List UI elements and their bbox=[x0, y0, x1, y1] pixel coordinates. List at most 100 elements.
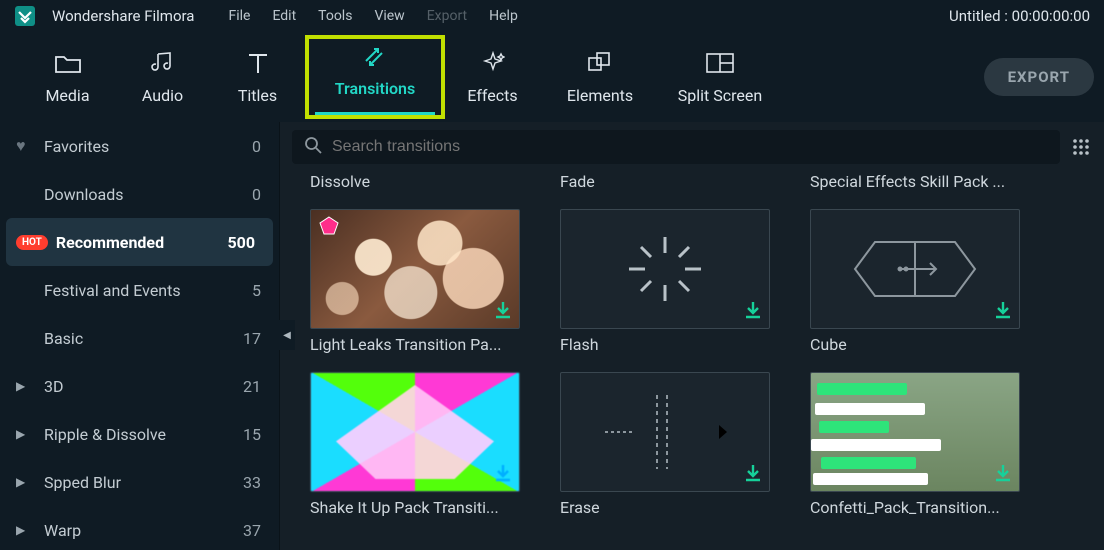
category-sidebar[interactable]: ♥ Favorites 0 Downloads 0 HOT Recommende… bbox=[0, 122, 280, 550]
sidebar-item-favorites[interactable]: ♥ Favorites 0 bbox=[0, 122, 279, 170]
flash-glyph-icon bbox=[615, 229, 715, 309]
download-icon[interactable] bbox=[743, 300, 763, 324]
menu-view[interactable]: View bbox=[374, 8, 404, 24]
tab-elements[interactable]: Elements bbox=[540, 50, 660, 105]
item-label: Shake It Up Pack Transiti... bbox=[310, 498, 520, 517]
hot-badge: HOT bbox=[16, 235, 48, 250]
sidebar-item-label: Ripple & Dissolve bbox=[44, 425, 243, 444]
menu-file[interactable]: File bbox=[228, 8, 250, 24]
project-title: Untitled : 00:00:00:00 bbox=[949, 7, 1090, 25]
app-name: Wondershare Filmora bbox=[52, 7, 194, 25]
library-toolbar: Media Audio Titles Transitions Effects E… bbox=[0, 32, 1104, 122]
shapes-icon bbox=[586, 50, 614, 76]
tab-audio[interactable]: Audio bbox=[115, 50, 210, 105]
collapse-sidebar-button[interactable]: ◀ bbox=[279, 320, 295, 350]
heart-icon: ♥ bbox=[16, 136, 44, 156]
sidebar-item-recommended[interactable]: HOT Recommended 500 bbox=[6, 218, 273, 266]
sparkle-icon bbox=[481, 50, 505, 76]
sidebar-item-count: 17 bbox=[243, 329, 261, 348]
sidebar-item-downloads[interactable]: Downloads 0 bbox=[0, 170, 279, 218]
sidebar-item-label: 3D bbox=[44, 377, 243, 396]
tab-label: Audio bbox=[142, 86, 183, 105]
search-icon bbox=[304, 136, 322, 158]
sidebar-item-3d[interactable]: ▶ 3D 21 bbox=[0, 362, 279, 410]
item-label: Erase bbox=[560, 498, 770, 517]
item-label: Cube bbox=[810, 335, 1020, 354]
download-icon[interactable] bbox=[993, 300, 1013, 324]
chevron-right-icon: ▶ bbox=[16, 427, 44, 441]
tab-transitions[interactable]: Transitions bbox=[315, 43, 435, 115]
chevron-right-icon: ▶ bbox=[16, 475, 44, 489]
sidebar-item-label: Recommended bbox=[56, 233, 228, 252]
sidebar-item-count: 0 bbox=[252, 185, 261, 204]
tab-titles[interactable]: Titles bbox=[210, 50, 305, 105]
grid-view-toggle-icon[interactable] bbox=[1070, 136, 1092, 158]
text-icon bbox=[247, 50, 269, 76]
grid-row: Light Leaks Transition Pa... Flash bbox=[310, 209, 1084, 354]
transition-item[interactable]: Confetti_Pack_Transition... bbox=[810, 372, 1020, 517]
sidebar-item-count: 37 bbox=[243, 521, 261, 540]
sidebar-item-label: Spped Blur bbox=[44, 473, 243, 492]
menu-tools[interactable]: Tools bbox=[318, 8, 352, 24]
transition-item[interactable]: Cube bbox=[810, 209, 1020, 354]
thumbnail bbox=[560, 372, 770, 492]
thumbnail bbox=[310, 209, 520, 329]
transition-item[interactable]: Flash bbox=[560, 209, 770, 354]
main-panel: Dissolve Fade Special Effects Skill Pack… bbox=[280, 122, 1104, 550]
sidebar-item-count: 0 bbox=[252, 137, 261, 156]
tab-label: Titles bbox=[238, 86, 277, 105]
tab-media[interactable]: Media bbox=[20, 50, 115, 105]
chevron-right-icon: ▶ bbox=[16, 379, 44, 393]
item-label: Light Leaks Transition Pa... bbox=[310, 335, 520, 354]
grid-label[interactable]: Special Effects Skill Pack ... bbox=[810, 172, 1020, 191]
tab-label: Transitions bbox=[335, 79, 415, 98]
sidebar-item-label: Warp bbox=[44, 521, 243, 540]
search-box[interactable] bbox=[292, 130, 1060, 164]
tab-effects[interactable]: Effects bbox=[445, 50, 540, 105]
chevron-right-icon: ▶ bbox=[16, 523, 44, 537]
sidebar-item-count: 500 bbox=[227, 233, 255, 252]
sidebar-item-speedblur[interactable]: ▶ Spped Blur 33 bbox=[0, 458, 279, 506]
download-icon[interactable] bbox=[493, 300, 513, 324]
export-button[interactable]: EXPORT bbox=[984, 58, 1094, 96]
tab-splitscreen[interactable]: Split Screen bbox=[660, 50, 780, 105]
sidebar-item-festival[interactable]: Festival and Events 5 bbox=[0, 266, 279, 314]
download-icon[interactable] bbox=[743, 463, 763, 487]
item-label: Flash bbox=[560, 335, 770, 354]
download-icon[interactable] bbox=[993, 463, 1013, 487]
sidebar-item-basic[interactable]: Basic 17 bbox=[0, 314, 279, 362]
sidebar-item-label: Favorites bbox=[44, 137, 252, 156]
search-input[interactable] bbox=[332, 138, 1048, 156]
tab-label: Media bbox=[45, 86, 89, 105]
grid-label[interactable]: Dissolve bbox=[310, 172, 520, 191]
main-menu: File Edit Tools View Export Help bbox=[228, 8, 517, 24]
thumbnail bbox=[810, 372, 1020, 492]
sidebar-item-label: Downloads bbox=[44, 185, 252, 204]
tab-label: Split Screen bbox=[678, 86, 762, 105]
sidebar-item-count: 33 bbox=[243, 473, 261, 492]
highlight-box: Transitions bbox=[305, 35, 445, 119]
grid-label[interactable]: Fade bbox=[560, 172, 770, 191]
splitscreen-icon bbox=[705, 50, 735, 76]
transition-item[interactable]: Shake It Up Pack Transiti... bbox=[310, 372, 520, 517]
title-bar: Wondershare Filmora File Edit Tools View… bbox=[0, 0, 1104, 32]
sidebar-item-warp[interactable]: ▶ Warp 37 bbox=[0, 506, 279, 550]
sidebar-item-label: Festival and Events bbox=[44, 281, 252, 300]
menu-help[interactable]: Help bbox=[489, 8, 518, 24]
thumbnail bbox=[810, 209, 1020, 329]
folder-icon bbox=[54, 50, 82, 76]
download-icon[interactable] bbox=[493, 463, 513, 487]
app-logo-icon bbox=[14, 5, 36, 27]
tab-label: Elements bbox=[567, 86, 633, 105]
cube-glyph-icon bbox=[840, 224, 990, 314]
grid-row: Shake It Up Pack Transiti... Erase bbox=[310, 372, 1084, 517]
grid-row: Dissolve Fade Special Effects Skill Pack… bbox=[310, 172, 1084, 191]
menu-edit[interactable]: Edit bbox=[272, 8, 296, 24]
transitions-grid[interactable]: Dissolve Fade Special Effects Skill Pack… bbox=[280, 172, 1104, 550]
transition-item[interactable]: Erase bbox=[560, 372, 770, 517]
sidebar-item-ripple[interactable]: ▶ Ripple & Dissolve 15 bbox=[0, 410, 279, 458]
menu-export: Export bbox=[427, 8, 467, 24]
thumbnail bbox=[560, 209, 770, 329]
sidebar-item-count: 21 bbox=[243, 377, 261, 396]
transition-item[interactable]: Light Leaks Transition Pa... bbox=[310, 209, 520, 354]
